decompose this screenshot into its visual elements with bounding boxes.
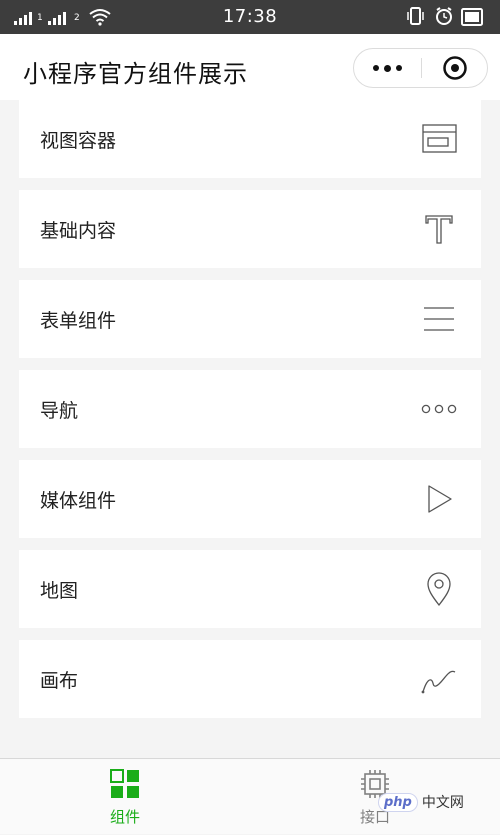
list-item-map[interactable]: 地图 (19, 550, 481, 628)
text-icon (425, 215, 453, 244)
list-item-navigation[interactable]: 导航 (19, 370, 481, 448)
list-item-form-components[interactable]: 表单组件 (19, 280, 481, 358)
more-dots-icon (421, 404, 457, 414)
list-item-label: 视图容器 (40, 130, 117, 152)
more-dot (384, 64, 391, 72)
watermark-text: 中文网 (421, 795, 464, 811)
list-item-basic-content[interactable]: 基础内容 (19, 190, 481, 268)
battery-icon (461, 8, 483, 26)
list-item-label: 基础内容 (40, 220, 117, 242)
tab-label: 组件 (109, 808, 140, 826)
view-container-icon (422, 124, 457, 153)
tab-components[interactable]: 组件 (0, 759, 250, 835)
more-dots-icon (373, 65, 379, 71)
page-title: 小程序官方组件展示 (23, 60, 248, 88)
play-icon (428, 485, 452, 513)
navigation-bar: 小程序官方组件展示 (0, 34, 500, 100)
form-lines-icon (424, 307, 454, 331)
more-dot (396, 65, 402, 71)
capsule-menu (353, 48, 488, 88)
components-grid-icon (110, 769, 139, 798)
list-item-label: 媒体组件 (40, 490, 117, 512)
list-item-label: 地图 (40, 580, 79, 602)
list-item-label: 画布 (40, 670, 79, 692)
list-item-view-container[interactable]: 视图容器 (19, 100, 481, 178)
watermark: php 中文网 (378, 789, 490, 815)
more-button[interactable] (354, 49, 421, 87)
watermark-logo: php (378, 792, 418, 812)
close-button[interactable] (422, 49, 488, 87)
list-item-label: 表单组件 (40, 310, 117, 332)
list-item-canvas[interactable]: 画布 (19, 640, 481, 718)
status-icons (407, 7, 483, 26)
map-pin-icon (427, 572, 451, 607)
status-bar: 1 2 17:38 (0, 0, 500, 34)
target-close-icon (443, 56, 467, 80)
list-item-label: 导航 (40, 400, 79, 422)
canvas-curve-icon (421, 670, 456, 694)
alarm-icon (436, 7, 452, 25)
vibrate-icon (407, 7, 424, 25)
list-item-media-components[interactable]: 媒体组件 (19, 460, 481, 538)
